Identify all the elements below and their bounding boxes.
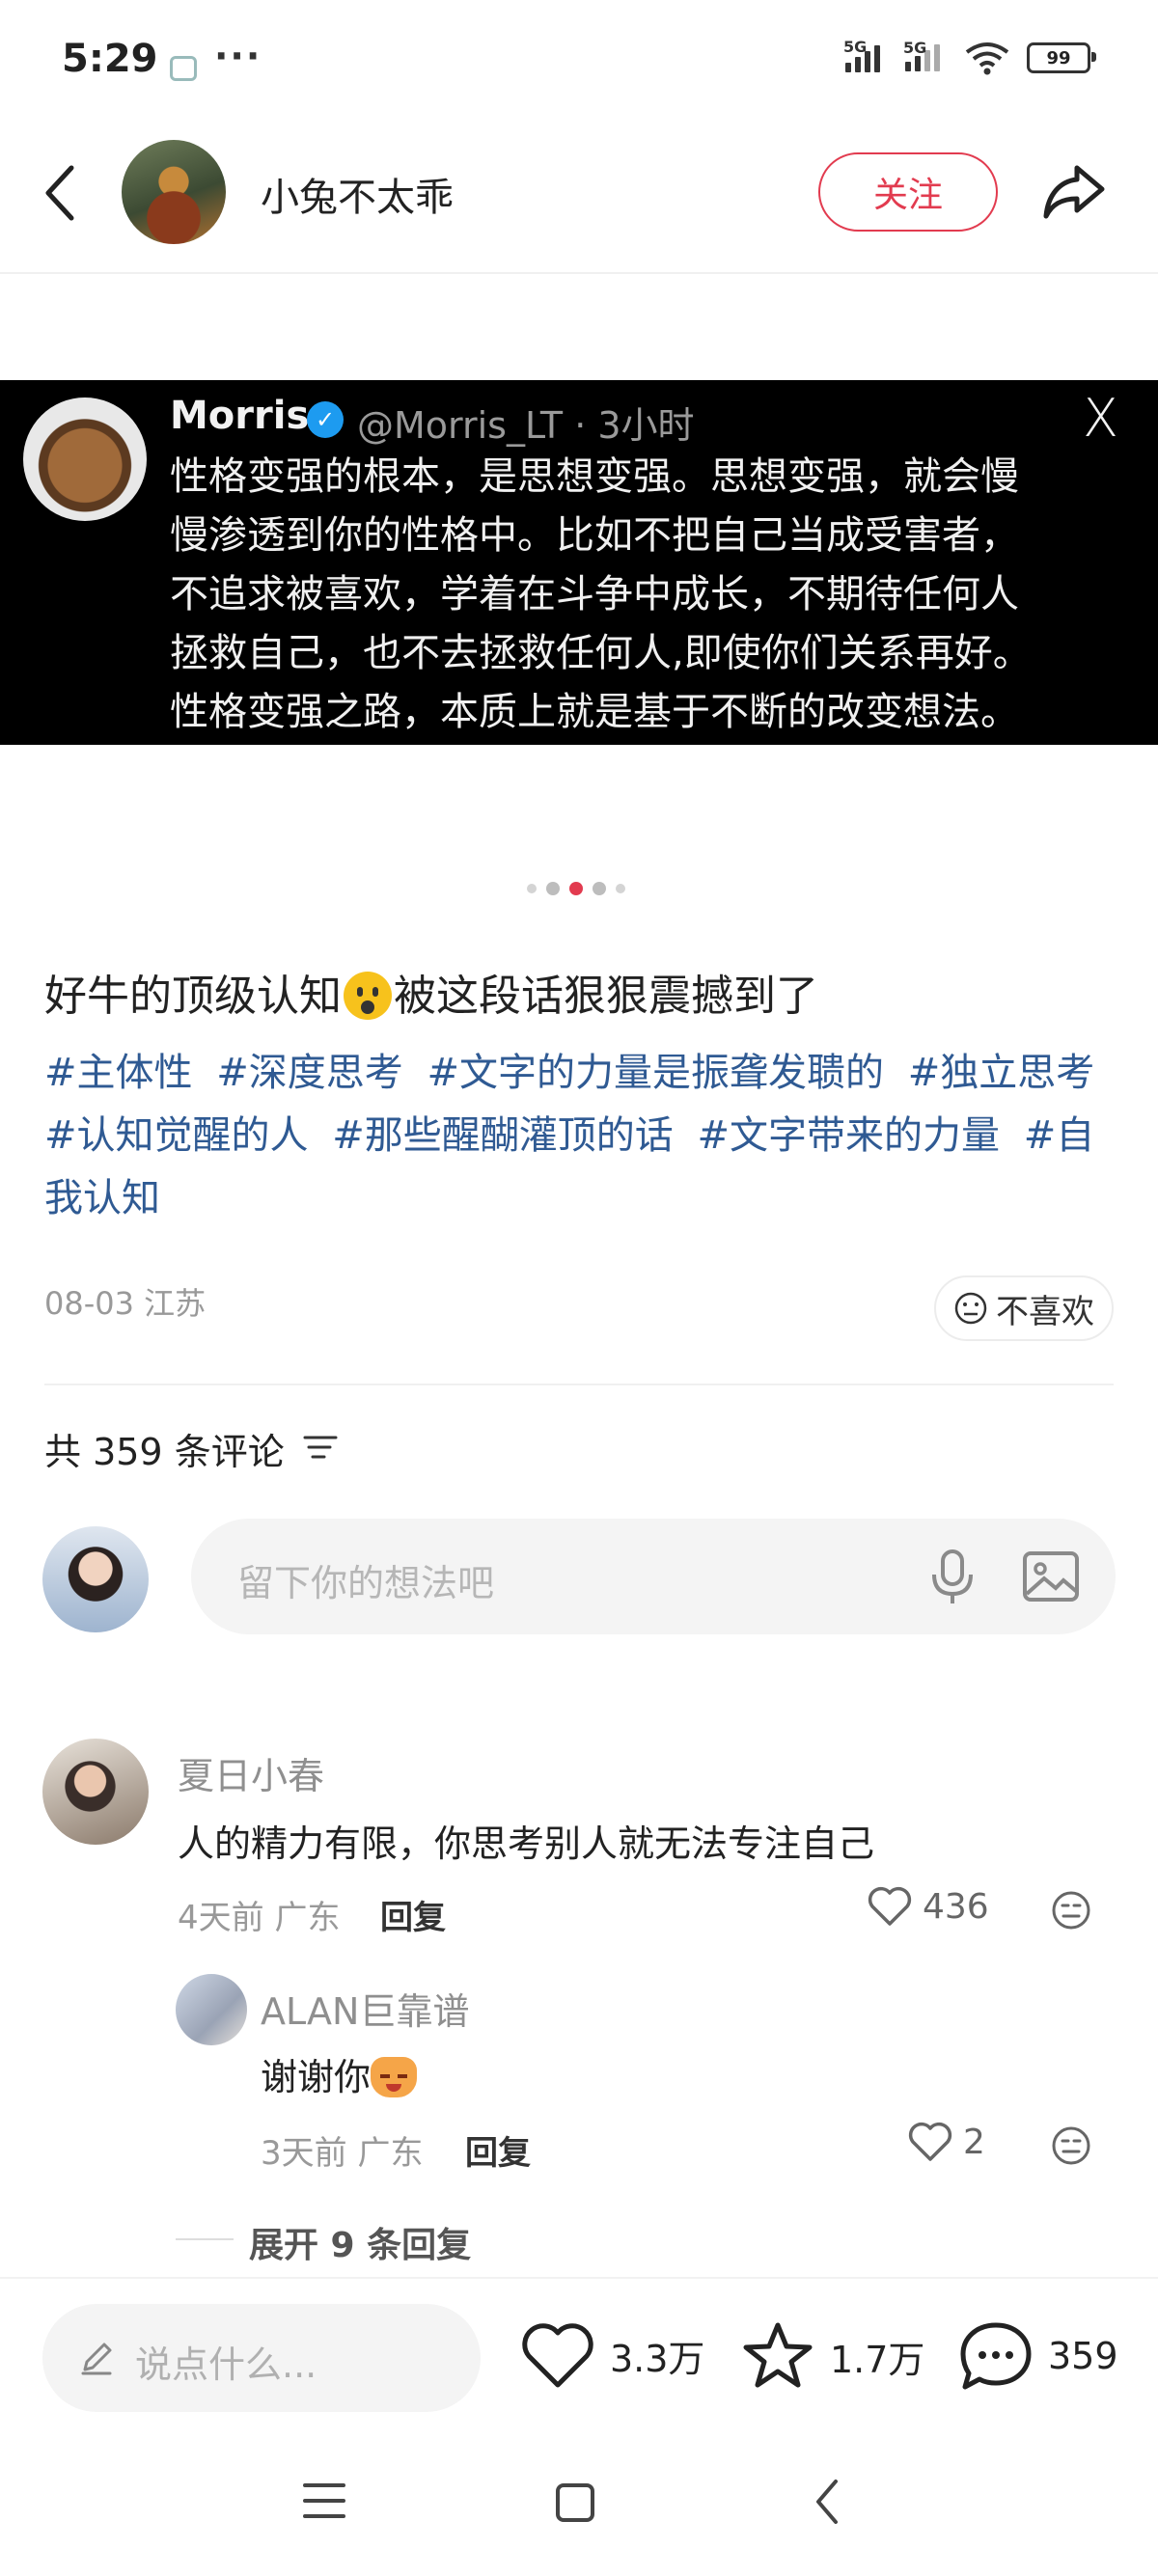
sort-filter-icon[interactable] [301,1428,340,1466]
dislike-label: 不喜欢 [996,1292,1094,1331]
like-count: 2 [963,2122,985,2162]
expand-divider [176,2238,234,2240]
hashtag-link[interactable]: #深度思考 [216,1051,403,1095]
microphone-icon[interactable] [926,1548,979,1605]
hashtag-link[interactable]: #文字带来的力量 [697,1113,1000,1158]
tweet-line: 性格变强之路，本质上就是基于不断的改变想法。 [170,690,1019,734]
wifi-icon [965,42,1009,75]
commenter-avatar[interactable] [176,1974,247,2045]
hashtag-link[interactable]: #文字的力量是振聋发聩的 [427,1051,884,1095]
carousel-dot [546,882,560,895]
verified-badge-icon: ✓ [307,401,344,438]
image-picker-icon[interactable] [1021,1548,1081,1605]
commenter-avatar[interactable] [42,1739,149,1845]
status-indicators: 5G 5G 99 [843,38,1096,75]
post-like-count: 3.3万 [610,2337,705,2380]
cat-emoji-icon [371,2057,418,2097]
carousel-dot [527,884,537,893]
post-title-part: 被这段话狠狠震撼到了 [394,972,818,1021]
comment-reaction-icon[interactable] [1050,2124,1092,2167]
comment-count: 共 359 条评论 [44,1431,285,1473]
heart-icon [522,2323,593,2388]
commenter-name[interactable]: 夏日小春 [178,1746,324,1799]
tweet-line: 不追求被喜欢，学着在斗争中成长，不期待任何人 [170,572,1019,617]
author-avatar[interactable] [122,140,226,244]
hashtag-link[interactable]: #主体性 [44,1051,193,1095]
tweet-line: 拯救自己，也不去拯救任何人,即使你们关系再好。 [170,631,1032,675]
current-user-avatar [42,1526,149,1632]
comment-text[interactable]: 谢谢你 [261,2047,418,2100]
back-arrow-icon[interactable] [39,162,81,224]
favorite-post-button[interactable]: 1.7万 [739,2319,924,2393]
reply-button[interactable]: 回复 [465,2126,531,2174]
hashtag-link[interactable]: #那些醒醐灌顶的话 [332,1113,674,1158]
comment-meta: 3天前 广东 [261,2134,424,2173]
say-something-placeholder: 说点什么... [135,2343,317,2386]
post-favorite-count: 1.7万 [830,2338,925,2381]
tweet-line: 慢渗透到你的性格中。比如不把自己当成受害者， [170,513,1019,558]
screaming-face-emoji-icon [344,972,392,1020]
post-tags: #主体性 #深度思考 #文字的力量是振聋发聩的 #独立思考 #认知觉醒的人 #那… [44,1042,1125,1230]
tweet-line: 性格变强的根本，是思想变强。思想变强，就会慢 [170,454,1019,499]
battery-icon: 99 [1027,42,1096,73]
commenter-name[interactable]: ALAN巨靠谱 [261,1982,469,2035]
comment-like-button[interactable]: 436 [867,1885,989,1928]
tweet-author-name: Morris [170,394,310,438]
comment-input-placeholder: 留下你的想法吧 [237,1562,495,1604]
dislike-button[interactable]: 不喜欢 [934,1275,1114,1341]
x-logo-icon: X [1083,388,1118,449]
author-name[interactable]: 小兔不太乖 [261,166,454,222]
reply-button[interactable]: 回复 [380,1891,446,1938]
expand-replies-link[interactable]: 展开 9 条回复 [249,2217,471,2267]
comment-text[interactable]: 人的精力有限，你思考别人就无法专注自己 [178,1814,874,1867]
tweet-avatar [23,397,147,521]
tweet-text: 性格变强的根本，是思想变强。思想变强，就会慢 慢渗透到你的性格中。比如不把自己当… [170,448,1125,742]
carousel-dot [616,884,625,893]
hashtag-link[interactable]: #独立思考 [908,1051,1095,1095]
post-title: 好牛的顶级认知 被这段话狠狠震撼到了 [44,961,818,1023]
neutral-face-icon [954,1292,987,1325]
post-comment-count: 359 [1048,2335,1118,2377]
share-icon[interactable] [1040,160,1108,222]
comment-post-button[interactable]: 359 [957,2319,1118,2393]
section-divider [44,1384,1114,1385]
pencil-icon [81,2343,112,2375]
comment-meta: 4天前 广东 [178,1899,341,1937]
heart-icon [908,2122,952,2161]
menu-icon[interactable] [303,2481,345,2520]
post-image[interactable]: Morris ✓ @Morris_LT · 3小时 X 性格变强的根本，是思想变… [0,380,1158,745]
like-count: 436 [923,1886,989,1927]
header-divider [0,272,1158,274]
follow-button[interactable]: 关注 [818,152,998,232]
nav-back-icon[interactable] [813,2478,841,2526]
comment-bubble-icon [960,2322,1032,2390]
star-icon [743,2322,813,2388]
post-title-part: 好牛的顶级认知 [44,972,342,1021]
like-post-button[interactable]: 3.3万 [519,2319,704,2391]
post-date-location: 08-03 江苏 [44,1285,207,1322]
comment-like-button[interactable]: 2 [907,2121,985,2163]
home-square-icon[interactable] [554,2481,596,2524]
carousel-indicator [527,882,625,895]
hashtag-link[interactable]: #认知觉醒的人 [44,1113,309,1158]
more-notifications-icon: ··· [214,35,262,77]
tweet-handle: @Morris_LT · 3小时 [357,404,695,447]
comment-reaction-icon[interactable] [1050,1889,1092,1932]
carousel-dot-active [569,882,583,895]
carousel-dot [593,882,606,895]
status-time: 5:29 [62,37,158,81]
signal-icon-2: 5G [903,39,940,71]
signal-icon: 5G [843,38,880,72]
heart-icon [868,1886,912,1926]
notification-icon [170,56,197,81]
comment-text-content: 谢谢你 [261,2056,372,2098]
